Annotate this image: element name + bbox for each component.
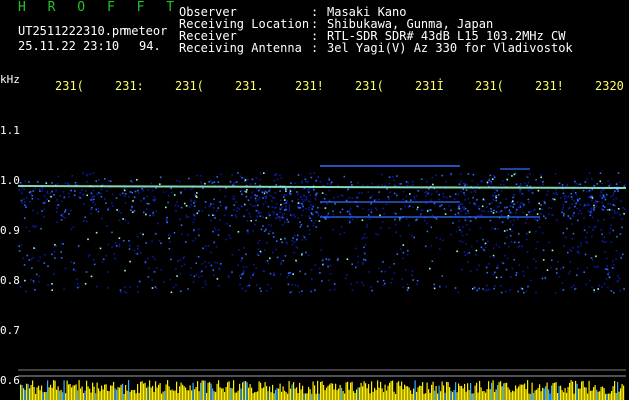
x-tick-label: 231! (535, 79, 564, 93)
x-tick-labels: 231( 231: 231( 231. 231! 231( 231İ 231( 231! 2320 (55, 78, 624, 93)
x-tick-label: 231( (175, 79, 204, 93)
level-bars (20, 380, 625, 400)
y-tick-labels: 1.1 1.0 0.9 0.8 0.7 0.6 (0, 124, 20, 387)
brand-title: H R O F F T (18, 0, 182, 15)
y-tick-label: 0.9 (0, 224, 20, 237)
y-tick-label: 0.6 (0, 374, 20, 387)
unit-label: kHz (0, 73, 20, 86)
x-tick-label: 231İ (415, 78, 444, 93)
x-tick-label: 231: (115, 79, 144, 93)
y-tick-label: 1.0 (0, 174, 20, 187)
spectrogram-noise (18, 172, 626, 294)
datetime-label: 25.11.22 23:10 (18, 39, 120, 53)
y-tick-label: 0.8 (0, 274, 20, 287)
spectrogram-plot: kHz 231( 231: 231( 231. 231! 231( 231İ 231( 231!… (0, 73, 627, 400)
header-panel: H R O F F T UT2511222310.pn meteor 25.11… (0, 0, 629, 72)
antenna-value: 3el Yagi(V) Az 330 for Vladivostok (327, 41, 573, 55)
x-tick-label: 231( (475, 79, 504, 93)
mode-label: meteor (124, 24, 168, 38)
image-filename: UT2511222310.pn (18, 24, 127, 38)
x-tick-label: 231! (295, 79, 324, 93)
y-tick-label: 1.1 (0, 124, 20, 137)
count-label: 94. (139, 39, 161, 53)
y-tick-label: 0.7 (0, 324, 20, 337)
x-tick-label: 231( (55, 79, 84, 93)
x-tick-label: 2320 (595, 79, 624, 93)
antenna-separator: : (311, 41, 319, 55)
antenna-label: Receiving Antenna (179, 41, 302, 55)
x-tick-label: 231. (235, 79, 264, 93)
x-tick-label: 231( (355, 79, 384, 93)
